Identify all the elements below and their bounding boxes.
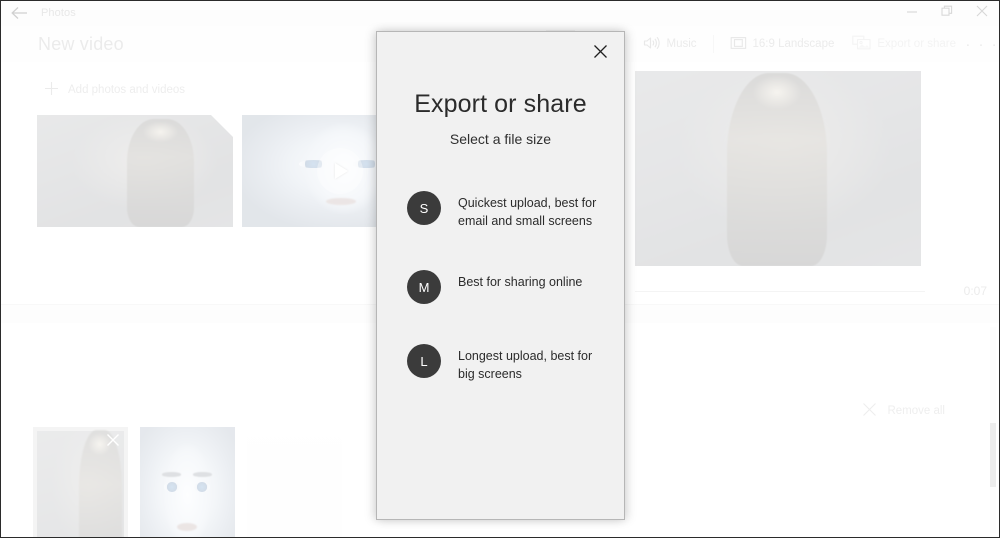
photos-app-window: Photos [0,0,1000,538]
file-size-option-s[interactable]: S Quickest upload, best for email and sm… [377,191,624,230]
size-badge-m: M [407,270,441,305]
file-size-option-m[interactable]: M Best for sharing online [377,270,624,305]
close-icon [593,44,608,64]
file-size-option-l[interactable]: L Longest upload, best for big screens [377,344,624,383]
file-size-options: S Quickest upload, best for email and sm… [377,191,624,384]
size-description-l: Longest upload, best for big screens [458,349,593,382]
dialog-subtitle: Select a file size [449,131,552,147]
size-badge-l: L [407,344,441,379]
size-badge-s: S [407,191,441,225]
dialog-title: Export or share [414,90,587,118]
export-or-share-dialog: Export or share Select a file size S Qui… [376,31,625,520]
dialog-close-button[interactable] [584,40,616,68]
size-description-s: Quickest upload, best for email and smal… [458,196,597,229]
size-description-m: Best for sharing online [458,275,583,290]
